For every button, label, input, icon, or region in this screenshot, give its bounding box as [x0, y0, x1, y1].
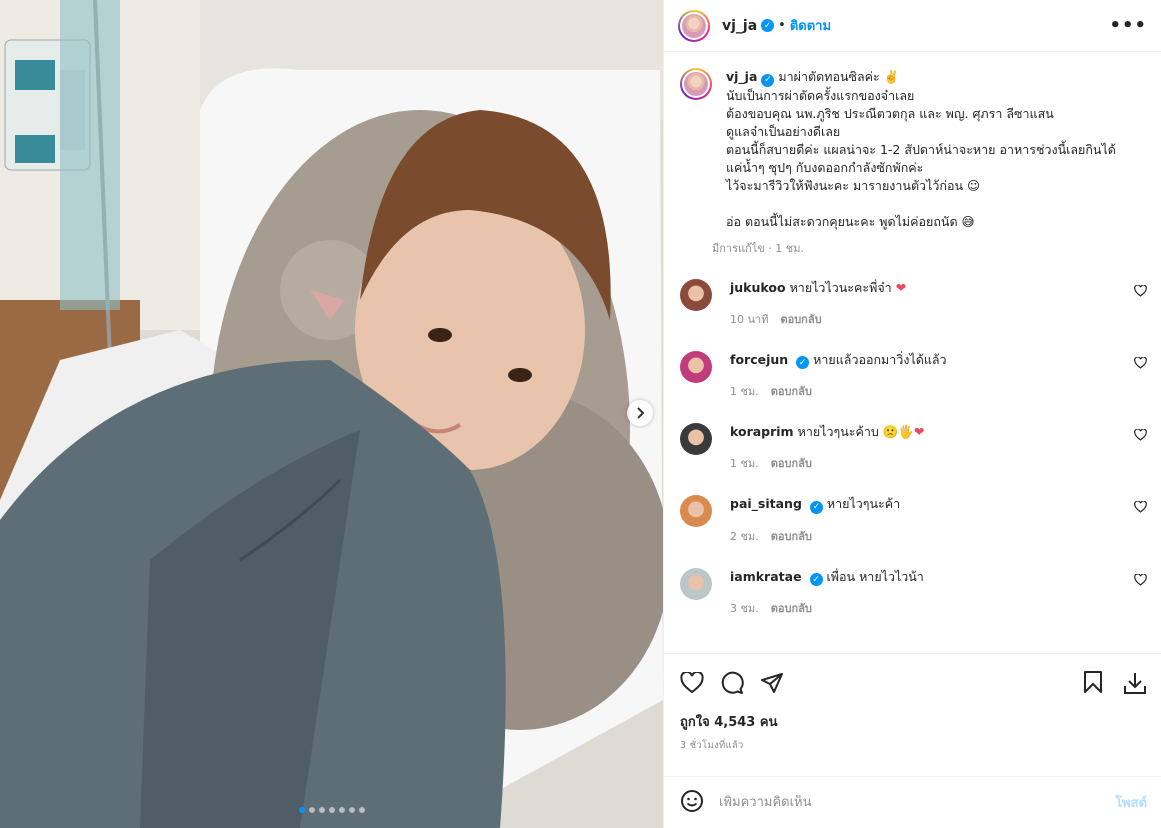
download-icon[interactable]	[1123, 671, 1147, 695]
commenter-avatar[interactable]	[680, 350, 712, 383]
comment-row: pai_sitang ✓ หายไวๆนะค้า 2 ชม. ตอบกลับ	[680, 495, 1147, 546]
comment-time: 2 ชม.	[730, 529, 759, 543]
reply-button[interactable]: ตอบกลับ	[771, 457, 812, 470]
carousel-dot	[338, 807, 345, 813]
verified-badge-icon: ✓	[809, 500, 823, 514]
comment-row: jukukoo หายไวไวนะคะพี่จ๋า ❤ 10 นาที ตอบกลั…	[680, 278, 1147, 329]
comment-text: หายไวไวนะคะพี่จ๋า	[789, 279, 892, 295]
comment-emoji: 🙁🖐❤	[882, 424, 925, 439]
heart-icon[interactable]	[680, 671, 704, 694]
follow-button[interactable]: ติดตาม	[790, 15, 831, 36]
author-avatar[interactable]	[678, 9, 710, 42]
carousel-dot	[308, 807, 315, 813]
commenter-username[interactable]: forcejun	[730, 352, 788, 367]
add-comment-bar: โพสต์	[664, 776, 1161, 828]
caption-username[interactable]: vj_ja	[726, 69, 757, 84]
commenter-avatar[interactable]	[680, 278, 712, 311]
commenter-avatar[interactable]	[680, 495, 712, 527]
reply-button[interactable]: ตอบกลับ	[771, 385, 812, 398]
small-heart-icon[interactable]	[1134, 500, 1147, 516]
author-username[interactable]: vj_ja	[722, 18, 757, 34]
post-photo[interactable]	[0, 0, 663, 828]
caption-avatar[interactable]	[680, 68, 712, 100]
comment-text: เพื่อน หายไวไวน้า	[826, 568, 924, 584]
commenter-username[interactable]: koraprim	[730, 424, 794, 439]
post-header: vj_ja ✓ • ติดตาม •••	[664, 0, 1161, 52]
verified-badge-icon: ✓	[796, 356, 810, 369]
chevron-right-icon	[637, 407, 645, 419]
header-separator: •	[778, 18, 786, 33]
comment-row: koraprim หายไวๆนะค้าบ 🙁🖐❤ 1 ชม. ตอบกลับ	[680, 423, 1147, 473]
action-bar	[664, 653, 1161, 711]
comments-area[interactable]: vj_ja ✓ มาผ่าตัดทอนซิลค่ะ ✌️ นับเป็นการผ่…	[664, 52, 1161, 653]
small-heart-icon[interactable]	[1134, 355, 1147, 372]
comment-row: iamkratae ✓ เพื่อน หายไวไวน้า 3 ชม. ตอบกลั…	[680, 567, 1147, 619]
small-heart-icon[interactable]	[1134, 283, 1147, 300]
comment-time: 3 ชม.	[730, 602, 759, 615]
commenter-avatar[interactable]	[680, 567, 712, 600]
comment-time: 1 ชม.	[730, 385, 759, 398]
reply-button[interactable]: ตอบกลับ	[771, 602, 812, 615]
comment-row: forcejun ✓ หายแล้วออกมาวิ่งได้แล้ว 1 ชม. ต…	[680, 350, 1147, 402]
small-heart-icon[interactable]	[1134, 428, 1147, 444]
comment-time: 1 ชม.	[730, 457, 759, 470]
carousel-dot	[348, 807, 355, 813]
reply-button[interactable]: ตอบกลับ	[771, 530, 812, 543]
commenter-avatar[interactable]	[680, 423, 712, 455]
caption-body: มาผ่าตัดทอนซิลค่ะ ✌️ นับเป็นการผ่าตัดครั…	[726, 69, 1116, 229]
next-photo-button[interactable]	[627, 400, 653, 426]
comment-icon[interactable]	[720, 671, 744, 695]
caption: vj_ja ✓ มาผ่าตัดทอนซิลค่ะ ✌️ นับเป็นการผ่…	[680, 68, 1147, 257]
commenter-username[interactable]: pai_sitang	[730, 496, 802, 511]
post-timestamp: 3 ชั่วโมงที่แล้ว	[680, 740, 744, 751]
comment-text: หายไวๆนะค้า	[826, 496, 901, 511]
comment-input[interactable]	[719, 795, 1116, 810]
post-comment-button[interactable]: โพสต์	[1115, 792, 1147, 813]
carousel-indicator	[0, 807, 663, 813]
bookmark-icon[interactable]	[1083, 670, 1103, 695]
comment-emoji: ❤	[895, 279, 907, 295]
comment-text: หายไวๆนะค้าบ	[797, 424, 879, 439]
comment-text: หายแล้วออกมาวิ่งได้แล้ว	[813, 351, 947, 367]
like-count[interactable]: ถูกใจ 4,543 คน	[664, 711, 1161, 732]
commenter-username[interactable]: jukukoo	[730, 280, 786, 295]
share-icon[interactable]	[760, 672, 784, 694]
small-heart-icon[interactable]	[1134, 572, 1147, 589]
comment-time: 10 นาที	[730, 312, 769, 326]
smiley-icon[interactable]	[680, 789, 704, 817]
verified-badge-icon: ✓	[761, 73, 775, 87]
caption-text: vj_ja ✓ มาผ่าตัดทอนซิลค่ะ ✌️ นับเป็นการผ่…	[726, 68, 1147, 231]
commenter-username[interactable]: iamkratae	[730, 569, 802, 584]
photo-scene	[0, 0, 663, 828]
carousel-dot	[318, 807, 325, 813]
more-options-icon[interactable]: •••	[1109, 15, 1147, 36]
verified-badge-icon: ✓	[809, 573, 823, 586]
verified-badge-icon: ✓	[761, 19, 775, 32]
caption-edited-time: มีการแก้ไข · 1 ชม.	[712, 241, 804, 255]
carousel-dot	[358, 807, 365, 813]
post-side-panel: vj_ja ✓ • ติดตาม ••• vj_ja ✓ มาผ่าตัดทอนซ…	[663, 0, 1161, 828]
carousel-dot	[298, 807, 305, 813]
carousel-dot	[328, 807, 335, 813]
reply-button[interactable]: ตอบกลับ	[780, 313, 821, 326]
